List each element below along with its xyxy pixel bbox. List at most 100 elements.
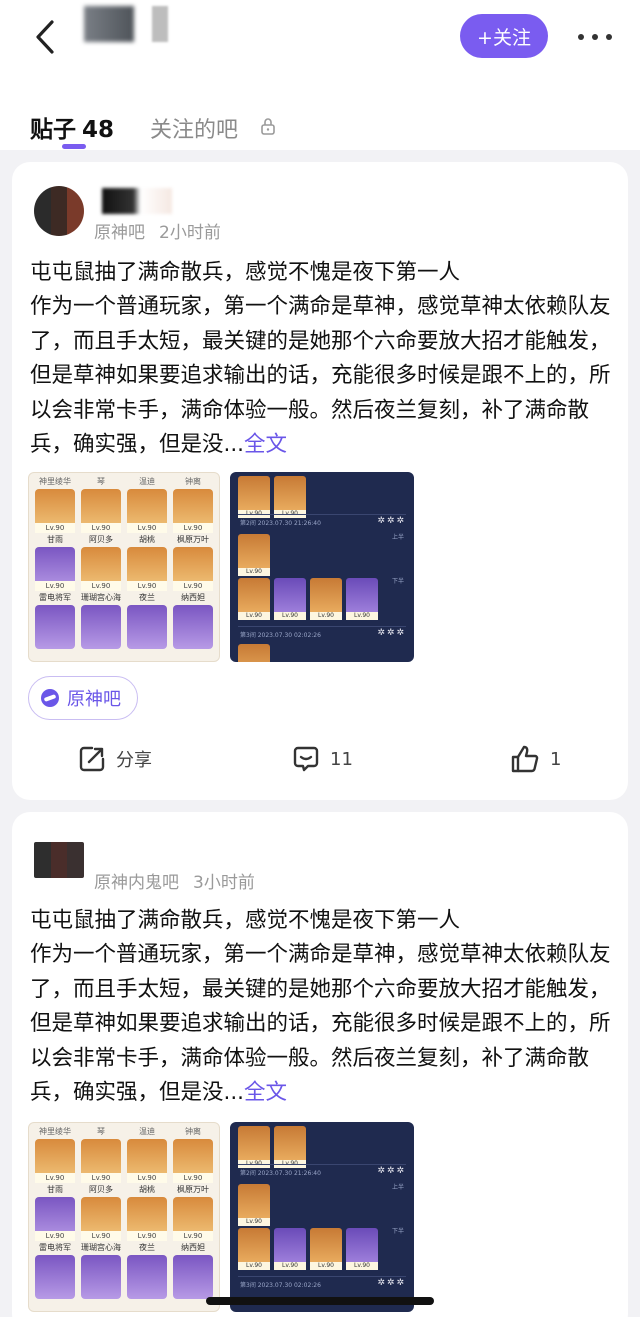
grid-header: 神里绫华 [39, 1127, 71, 1136]
read-more-link[interactable]: 全文 [244, 1080, 287, 1105]
post-image-abyss[interactable]: Lv.90 Lv.90 第2间 2023.07.30 21:26:40 ✲✲✲ … [230, 1122, 414, 1312]
post-body[interactable]: 作为一个普通玩家，第一个满命是草神，感觉草神太依赖队友了，而且手太短，最关键的是… [30, 290, 620, 463]
star-rating: ✲✲✲ [377, 516, 406, 526]
post-title[interactable]: 屯屯鼠抽了满命散兵，感觉不愧是夜下第一人 [30, 904, 460, 938]
half-label: 下半 [391, 578, 404, 585]
post-image-roster[interactable]: 神里绫华 琴 温迪 钟离 Lv.90 Lv.90 Lv.90 Lv.90 甘雨 … [28, 472, 220, 662]
post-time: 2小时前 [159, 223, 221, 243]
character-card: Lv.90 [35, 1197, 75, 1241]
floor-label: 第3间 2023.07.30 02:02:26 [240, 632, 321, 639]
character-card: Lv.90 [81, 1139, 121, 1183]
post-card[interactable]: 原神内鬼吧 3小时前 屯屯鼠抽了满命散兵，感觉不愧是夜下第一人 作为一个普通玩家，… [12, 812, 628, 1317]
character-level: Lv.90 [173, 1173, 213, 1183]
character-name: 纳西妲 [181, 1243, 205, 1252]
like-button[interactable]: 1 [510, 744, 561, 774]
character-card: Lv.90 [35, 547, 75, 591]
character-level: Lv.90 [238, 1218, 270, 1226]
floor-label: 第2间 2023.07.30 21:26:40 [240, 520, 321, 527]
post-image-abyss[interactable]: Lv.90 Lv.90 第2间 2023.07.30 21:26:40 ✲✲✲ … [230, 472, 414, 662]
character-card: Lv.90 [35, 489, 75, 533]
lock-icon [261, 118, 275, 135]
character-level: Lv.90 [35, 1173, 75, 1183]
grid-header: 神里绫华 [39, 477, 71, 486]
divider [238, 1276, 406, 1277]
divider [238, 1164, 406, 1165]
character-card: Lv.90 [81, 489, 121, 533]
tab-followed-forums[interactable]: 关注的吧 [150, 112, 238, 144]
floor-label: 第2间 2023.07.30 21:26:40 [240, 1170, 321, 1177]
character-level: Lv.90 [127, 1231, 167, 1241]
thumbs-up-icon [511, 745, 539, 773]
character-name: 珊瑚宫心海 [81, 593, 121, 602]
character-grid: 神里绫华 琴 温迪 钟离 Lv.90 Lv.90 Lv.90 Lv.90 甘雨 … [35, 1127, 213, 1299]
character-level: Lv.90 [310, 612, 342, 620]
character-card: Lv.90 [127, 1197, 167, 1241]
comment-icon [293, 746, 319, 772]
character-name: 夜兰 [139, 593, 155, 602]
character-card: Lv.90 [127, 489, 167, 533]
comment-button[interactable]: 11 [292, 744, 353, 774]
star-rating: ✲✲✲ [377, 628, 406, 638]
character-level: Lv.90 [238, 568, 270, 576]
character-grid: 神里绫华 琴 温迪 钟离 Lv.90 Lv.90 Lv.90 Lv.90 甘雨 … [35, 477, 213, 649]
home-indicator[interactable] [206, 1297, 434, 1305]
character-level: Lv.90 [238, 1262, 270, 1270]
character-level: Lv.90 [127, 1173, 167, 1183]
floor-label: 第3间 2023.07.30 02:02:26 [240, 1282, 321, 1289]
character-level: Lv.90 [81, 1173, 121, 1183]
half-label: 下半 [391, 1228, 404, 1235]
character-card [173, 1255, 213, 1299]
character-card: Lv.90 [173, 1139, 213, 1183]
character-level: Lv.90 [173, 581, 213, 591]
post-title[interactable]: 屯屯鼠抽了满命散兵，感觉不愧是夜下第一人 [30, 256, 460, 290]
share-label: 分享 [116, 750, 152, 771]
character-card: Lv.90 [127, 1139, 167, 1183]
character-name: 甘雨 [47, 535, 63, 544]
character-level: Lv.90 [35, 1231, 75, 1241]
character-name: 胡桃 [139, 535, 155, 544]
post-image-roster[interactable]: 神里绫华 琴 温迪 钟离 Lv.90 Lv.90 Lv.90 Lv.90 甘雨 … [28, 1122, 220, 1312]
character-card [173, 605, 213, 649]
back-arrow-icon[interactable] [30, 18, 62, 56]
forum-tag-label: 原神吧 [67, 689, 121, 710]
character-name: 阿贝多 [89, 535, 113, 544]
post-card[interactable]: 原神吧 2小时前 屯屯鼠抽了满命散兵，感觉不愧是夜下第一人 作为一个普通玩家，第一… [12, 162, 628, 800]
active-tab-indicator [62, 144, 86, 149]
character-name: 纳西妲 [181, 593, 205, 602]
divider [238, 626, 406, 627]
post-body-text: 作为一个普通玩家，第一个满命是草神，感觉草神太依赖队友了，而且手太短，最关键的是… [30, 942, 611, 1105]
share-button[interactable]: 分享 [78, 744, 152, 774]
forum-name[interactable]: 原神内鬼吧 [94, 873, 179, 893]
tab-posts[interactable]: 贴子 48 [30, 110, 114, 144]
character-card [81, 605, 121, 649]
character-card: Lv.90 [81, 547, 121, 591]
character-level: Lv.90 [238, 612, 270, 620]
character-card [35, 605, 75, 649]
follow-button[interactable]: +关注 [460, 14, 548, 58]
character-level: Lv.90 [173, 523, 213, 533]
avatar[interactable] [34, 186, 84, 236]
grid-header: 钟离 [185, 1127, 201, 1136]
avatar[interactable] [34, 842, 84, 878]
team-row: Lv.90 [238, 534, 270, 578]
blurred-username-part [152, 6, 168, 42]
character-name: 雷电将军 [39, 593, 71, 602]
character-name: 枫原万叶 [177, 1185, 209, 1194]
team-row: Lv.90 Lv.90 Lv.90 Lv.90 [238, 1228, 378, 1272]
read-more-link[interactable]: 全文 [244, 432, 287, 457]
more-options-icon[interactable] [578, 34, 612, 40]
character-name: 雷电将军 [39, 1243, 71, 1252]
character-level: Lv.90 [81, 1231, 121, 1241]
divider [238, 514, 406, 515]
grid-header: 温迪 [139, 477, 155, 486]
character-card: Lv.90 [81, 1197, 121, 1241]
post-time: 3小时前 [193, 873, 255, 893]
character-name: 阿贝多 [89, 1185, 113, 1194]
post-body[interactable]: 作为一个普通玩家，第一个满命是草神，感觉草神太依赖队友了，而且手太短，最关键的是… [30, 938, 620, 1111]
forum-name[interactable]: 原神吧 [94, 223, 145, 243]
forum-tag-chip[interactable]: 原神吧 [28, 676, 138, 720]
star-rating: ✲✲✲ [377, 1278, 406, 1288]
character-card [127, 605, 167, 649]
team-row [238, 644, 270, 662]
character-level: Lv.90 [81, 581, 121, 591]
